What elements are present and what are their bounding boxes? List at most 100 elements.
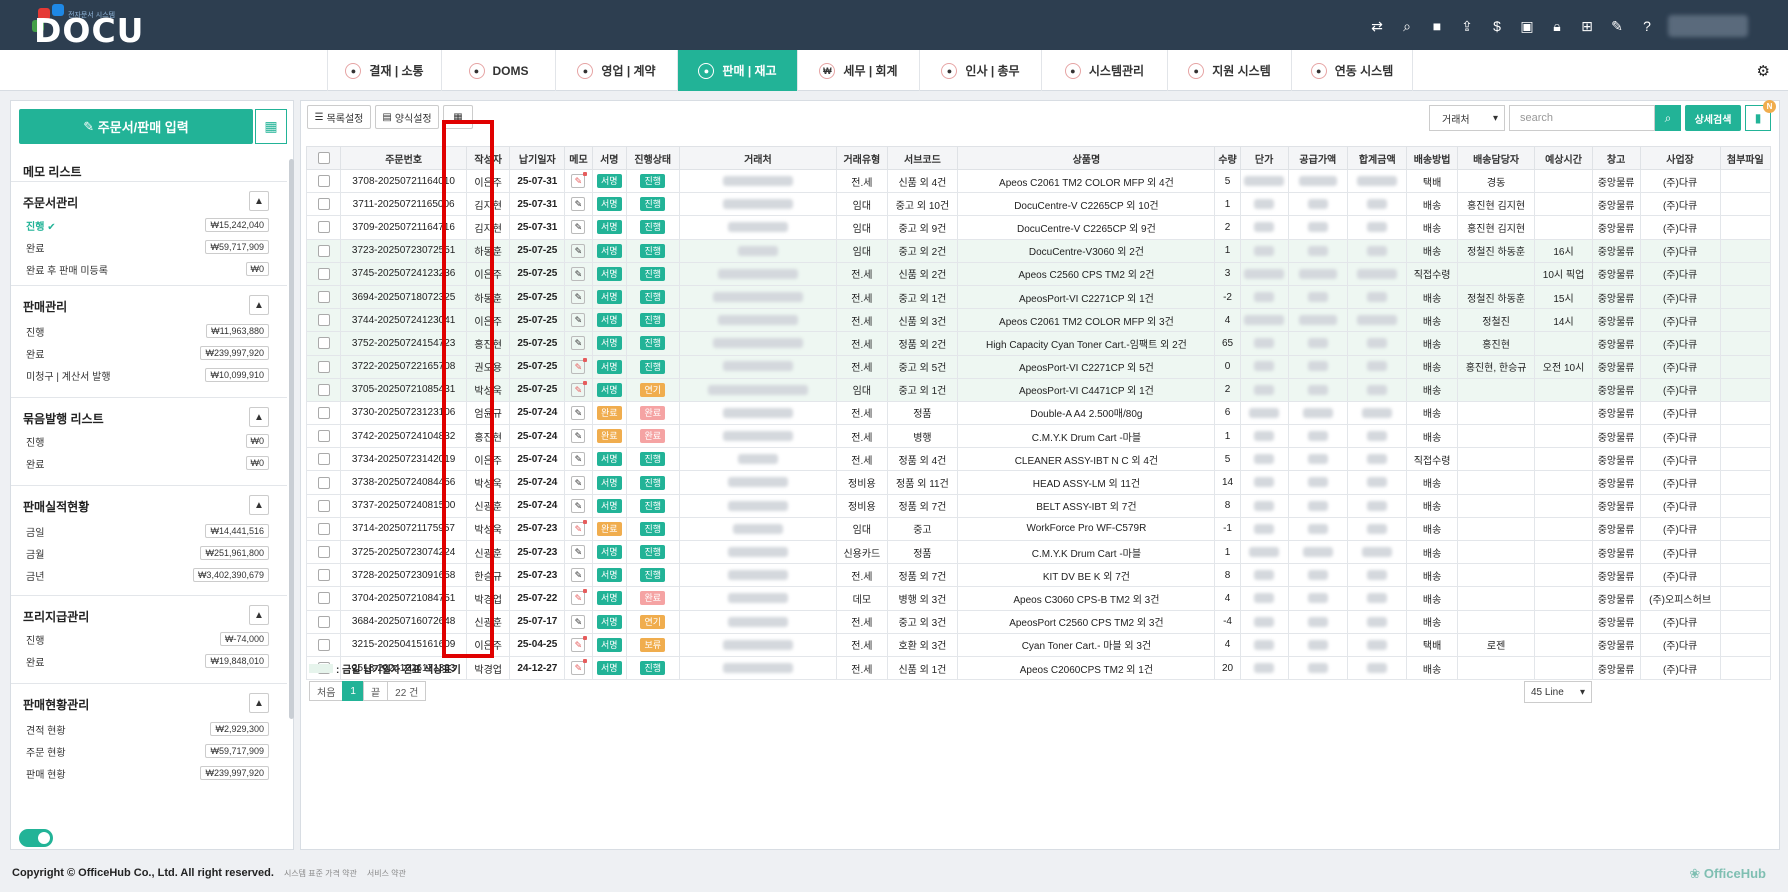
form-settings-button[interactable]: ▤ 양식설정 bbox=[375, 105, 439, 129]
row-checkbox-cell[interactable] bbox=[305, 215, 342, 240]
table-row[interactable]: 3708-20250721164010 이은주 25-07-31 ✎ 서명 진행 전.세 신품… bbox=[305, 168, 1772, 194]
product-name[interactable]: Apeos C2060CPS TM2 외 1건 bbox=[957, 655, 1216, 681]
product-name[interactable]: Apeos C2560 CPS TM2 외 2건 bbox=[957, 261, 1216, 286]
attachment-cell[interactable] bbox=[1719, 516, 1772, 542]
attachment-cell[interactable] bbox=[1719, 400, 1772, 426]
order-number[interactable]: 3723-20250723072551 bbox=[340, 238, 467, 263]
memo-cell[interactable]: ✎ bbox=[564, 493, 593, 518]
sidebar-item-order-status[interactable]: 주문 현황 ₩59,717,909 bbox=[26, 742, 269, 760]
attachment-cell[interactable] bbox=[1719, 609, 1772, 634]
grid-view-button[interactable]: ▦ bbox=[255, 109, 287, 144]
memo-icon[interactable]: ✎ bbox=[571, 452, 586, 467]
lock-icon[interactable]: 🔒︎ bbox=[1548, 16, 1566, 36]
select-all-checkbox[interactable] bbox=[317, 152, 330, 164]
column-header[interactable]: 거래유형 bbox=[836, 146, 888, 170]
memo-cell[interactable]: ✎ bbox=[564, 655, 593, 681]
column-header[interactable]: 상품명 bbox=[957, 146, 1216, 170]
order-number[interactable]: 3709-20250721164716 bbox=[340, 215, 467, 240]
table-row[interactable]: 3744-20250724123041 이은주 25-07-25 ✎ 서명 진행 전.세 신품… bbox=[305, 308, 1772, 333]
chevron-up-icon[interactable]: ▲ bbox=[249, 693, 269, 713]
sidebar-item-sales-unbilled[interactable]: 미청구 | 계산서 발행 ₩10,099,910 bbox=[26, 366, 269, 384]
tab-support[interactable]: ● 지원 시스템 bbox=[1167, 50, 1291, 91]
product-name[interactable]: Apeos C2061 TM2 COLOR MFP 외 4건 bbox=[957, 168, 1216, 194]
row-checkbox-cell[interactable] bbox=[305, 238, 342, 263]
product-name[interactable]: HEAD ASSY-LM 외 11건 bbox=[957, 470, 1216, 495]
product-name[interactable]: ApeosPort C2560 CPS TM2 외 3건 bbox=[957, 609, 1216, 634]
sidebar-item-order-progress[interactable]: 진행 ✔ ₩15,242,040 bbox=[26, 216, 269, 234]
product-name[interactable]: DocuCentre-V C2265CP 외 10건 bbox=[957, 192, 1216, 217]
order-number[interactable]: 3705-20250721085431 bbox=[340, 377, 467, 402]
row-checkbox[interactable] bbox=[317, 546, 330, 559]
memo-icon[interactable]: ✎ bbox=[571, 429, 586, 444]
column-header[interactable]: 납기일자 bbox=[509, 146, 566, 170]
attachment-cell[interactable] bbox=[1719, 655, 1772, 681]
row-checkbox[interactable] bbox=[317, 291, 330, 304]
table-row[interactable]: 3738-20250724084456 박성욱 25-07-24 ✎ 서명 진행 정비용 정품… bbox=[305, 470, 1772, 495]
sidebar-item-order-done[interactable]: 완료 ₩59,717,909 bbox=[26, 238, 269, 256]
table-row[interactable]: 3215-20250415161609 이은주 25-04-25 ✎ 서명 보류 전.세 호환… bbox=[305, 632, 1772, 657]
column-header[interactable]: 단가 bbox=[1239, 146, 1289, 170]
product-name[interactable]: WorkForce Pro WF-C579R bbox=[957, 516, 1216, 542]
memo-cell[interactable]: ✎ bbox=[564, 470, 593, 495]
order-number[interactable]: 3734-20250723142019 bbox=[340, 447, 467, 472]
sidebar-item-sales-progress[interactable]: 진행 ₩11,963,880 bbox=[26, 322, 269, 340]
sitemap-icon[interactable]: ⊞ bbox=[1578, 16, 1596, 36]
order-number[interactable]: 3730-20250723123106 bbox=[340, 400, 467, 426]
memo-icon[interactable]: ✎ bbox=[571, 635, 588, 652]
service-terms-link[interactable]: 서비스 약관 bbox=[367, 868, 406, 879]
product-name[interactable]: ApeosPort-VI C2271CP 외 1건 bbox=[957, 284, 1216, 310]
memo-icon[interactable]: ✎ bbox=[571, 545, 586, 560]
table-row[interactable]: 3714-20250721175957 박성욱 25-07-23 ✎ 완료 진행 임대 중고 W… bbox=[305, 516, 1772, 542]
order-number[interactable]: 3752-20250724154723 bbox=[340, 331, 467, 356]
row-checkbox[interactable] bbox=[317, 406, 330, 419]
product-name[interactable]: C.M.Y.K Drum Cart -마블 bbox=[957, 424, 1216, 449]
page-last[interactable]: 끝 bbox=[362, 681, 389, 701]
select-all-checkbox-cell[interactable] bbox=[305, 146, 342, 170]
attachment-cell[interactable] bbox=[1719, 354, 1772, 379]
user-menu[interactable] bbox=[1668, 15, 1748, 37]
column-header[interactable]: 진행상태 bbox=[625, 146, 680, 170]
order-number[interactable]: 3684-20250716072648 bbox=[340, 609, 467, 634]
tab-system[interactable]: ● 시스템관리 bbox=[1041, 50, 1167, 91]
memo-cell[interactable]: ✎ bbox=[564, 447, 593, 472]
row-checkbox[interactable] bbox=[317, 569, 330, 582]
order-number[interactable]: 3215-20250415161609 bbox=[340, 632, 467, 657]
table-row[interactable]: 3730-20250723123106 엄윤규 25-07-24 ✎ 완료 완료 전.세 정품… bbox=[305, 400, 1772, 426]
row-checkbox[interactable] bbox=[317, 244, 330, 257]
tab-approval[interactable]: ● 결재 | 소통 bbox=[327, 50, 441, 91]
row-checkbox-cell[interactable] bbox=[305, 586, 342, 611]
memo-cell[interactable]: ✎ bbox=[564, 632, 593, 657]
detail-search-button[interactable]: 상세검색 bbox=[1685, 105, 1741, 131]
product-name[interactable]: Apeos C2061 TM2 COLOR MFP 외 3건 bbox=[957, 308, 1216, 333]
chevron-up-icon[interactable]: ▲ bbox=[249, 605, 269, 625]
product-name[interactable]: ApeosPort-VI C4471CP 외 1건 bbox=[957, 377, 1216, 402]
sidebar-item-perf-today[interactable]: 금일 ₩14,441,516 bbox=[26, 522, 269, 540]
sidebar-toggle[interactable] bbox=[19, 829, 53, 847]
sidebar-item-order-unregistered[interactable]: 완료 후 판매 미등록 ₩0 bbox=[26, 260, 269, 278]
row-checkbox[interactable] bbox=[317, 221, 330, 234]
table-row[interactable]: 3711-20250721165006 김지현 25-07-31 ✎ 서명 진행 임대 중고 … bbox=[305, 192, 1772, 217]
memo-cell[interactable]: ✎ bbox=[564, 400, 593, 426]
excel-button[interactable]: ▦ bbox=[443, 105, 473, 129]
memo-cell[interactable]: ✎ bbox=[564, 261, 593, 286]
memo-icon[interactable]: ✎ bbox=[571, 498, 586, 513]
table-row[interactable]: 2518-20241226171333 박경업 24-12-27 ✎ 서명 진행 전.세 신품… bbox=[305, 655, 1772, 681]
search-input[interactable]: search bbox=[1509, 105, 1655, 131]
row-checkbox-cell[interactable] bbox=[305, 516, 342, 542]
order-number[interactable]: 3694-20250718072325 bbox=[340, 284, 467, 310]
row-checkbox[interactable] bbox=[317, 499, 330, 512]
dollar-icon[interactable]: $ bbox=[1488, 16, 1506, 36]
memo-icon[interactable]: ✎ bbox=[571, 220, 586, 235]
order-number[interactable]: 3708-20250721164010 bbox=[340, 168, 467, 194]
product-name[interactable]: DocuCentre-V3060 외 2건 bbox=[957, 238, 1216, 263]
row-checkbox-cell[interactable] bbox=[305, 632, 342, 657]
tab-integration[interactable]: ● 연동 시스템 bbox=[1291, 50, 1413, 91]
order-number[interactable]: 3744-20250724123041 bbox=[340, 308, 467, 333]
memo-cell[interactable]: ✎ bbox=[564, 563, 593, 588]
tab-sales-inventory[interactable]: ● 판매 | 재고 bbox=[677, 50, 797, 91]
product-name[interactable]: BELT ASSY-IBT 외 7건 bbox=[957, 493, 1216, 518]
memo-cell[interactable]: ✎ bbox=[564, 586, 593, 611]
column-header[interactable]: 수량 bbox=[1214, 146, 1241, 170]
memo-icon[interactable]: ✎ bbox=[571, 614, 586, 629]
memo-cell[interactable]: ✎ bbox=[564, 609, 593, 634]
